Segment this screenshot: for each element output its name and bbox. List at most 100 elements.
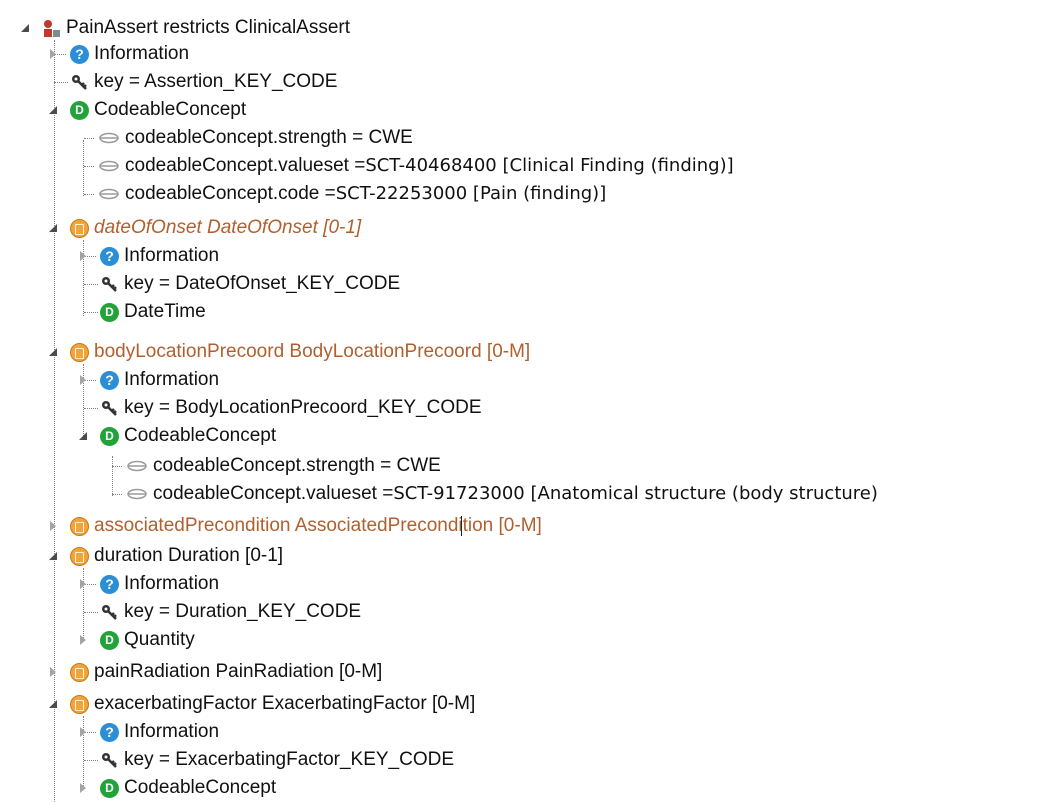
tree-node-key[interactable]: key = BodyLocationPrecoord_KEY_CODE [80, 394, 482, 422]
model-tree-view[interactable]: PainAssert restricts ClinicalAssert ? In… [0, 0, 1055, 802]
collapse-toggle-icon[interactable] [78, 634, 90, 646]
node-label: exacerbatingFactor ExacerbatingFactor [0… [94, 693, 476, 714]
tree-node-information[interactable]: ? Information [80, 718, 219, 746]
tree-node-property[interactable]: codeableConcept.valueset = SCT-91723000 … [110, 480, 878, 508]
node-label: Information [124, 721, 220, 742]
node-label: CodeableConcept [94, 99, 247, 120]
key-icon [100, 275, 119, 294]
text-cursor [461, 516, 462, 536]
property-constraint-icon [126, 457, 148, 476]
tree-guide-line [54, 40, 55, 802]
property-constraint-icon [98, 129, 120, 148]
tree-node-duration[interactable]: duration Duration [0-1] [48, 542, 284, 570]
tree-branch-line [84, 284, 98, 285]
node-label: CodeableConcept [124, 777, 277, 798]
key-icon [100, 399, 119, 418]
tree-branch-line [84, 312, 98, 313]
tree-branch-line [84, 138, 94, 139]
tree-node-dateofonset[interactable]: dateOfOnset DateOfOnset [0-1] [48, 214, 362, 242]
collapse-toggle-icon[interactable] [48, 520, 60, 532]
expand-toggle-icon[interactable] [48, 698, 60, 710]
attribute-icon [70, 516, 89, 536]
tree-branch-line [112, 466, 122, 467]
node-label: associatedPrecondition AssociatedPrecond… [94, 515, 542, 536]
attribute-icon [70, 546, 89, 566]
tree-node-quantity[interactable]: D Quantity [80, 626, 195, 654]
collapse-toggle-icon[interactable] [78, 374, 90, 386]
collapse-toggle-icon[interactable] [78, 726, 90, 738]
tree-node-codeableconcept[interactable]: D CodeableConcept [80, 774, 276, 802]
tree-node-information[interactable]: ? Information [80, 242, 219, 270]
property-constraint-icon [126, 485, 148, 504]
expand-toggle-icon[interactable] [48, 222, 60, 234]
node-label: key = ExacerbatingFactor_KEY_CODE [124, 749, 455, 770]
datatype-icon: D [100, 778, 119, 798]
tree-node-property[interactable]: codeableConcept.strength = CWE [80, 124, 413, 152]
tree-node-property[interactable]: codeableConcept.strength = CWE [110, 452, 441, 480]
node-label: Information [124, 573, 220, 594]
node-label: Information [124, 245, 220, 266]
node-label: key = Duration_KEY_CODE [124, 601, 362, 622]
node-label: DateTime [124, 301, 206, 322]
node-label: key = Assertion_KEY_CODE [94, 71, 338, 92]
collapse-toggle-icon[interactable] [48, 666, 60, 678]
tree-node-key[interactable]: key = ExacerbatingFactor_KEY_CODE [80, 746, 454, 774]
node-value: SCT-91723000 [Anatomical structure (body… [393, 483, 878, 504]
node-label: codeableConcept.valueset = [153, 483, 394, 504]
tree-node-information[interactable]: ? Information [80, 366, 219, 394]
tree-node-information[interactable]: ? Information [80, 570, 219, 598]
class-restriction-icon [42, 19, 61, 38]
attribute-icon [70, 218, 89, 238]
key-icon [70, 73, 89, 92]
info-icon: ? [100, 574, 119, 594]
tree-branch-line [54, 82, 68, 83]
tree-branch-line [84, 612, 98, 613]
key-icon [100, 603, 119, 622]
datatype-icon: D [100, 630, 119, 650]
node-label: PainAssert restricts ClinicalAssert [66, 17, 351, 38]
tree-node-key[interactable]: key = Assertion_KEY_CODE [50, 68, 337, 96]
property-constraint-icon [98, 157, 120, 176]
attribute-icon [70, 342, 89, 362]
tree-node-painradiation[interactable]: painRadiation PainRadiation [0-M] [50, 658, 382, 686]
collapse-toggle-icon[interactable] [48, 48, 60, 60]
key-icon [100, 751, 119, 770]
info-icon: ? [70, 44, 89, 64]
expand-toggle-icon[interactable] [20, 22, 32, 34]
node-label: dateOfOnset DateOfOnset [0-1] [94, 217, 362, 238]
collapse-toggle-icon[interactable] [78, 250, 90, 262]
tree-node-datetime[interactable]: D DateTime [80, 298, 206, 326]
tree-node-exacerbatingfactor[interactable]: exacerbatingFactor ExacerbatingFactor [0… [48, 690, 476, 718]
tree-node-codeableconcept[interactable]: D CodeableConcept [78, 422, 277, 450]
collapse-toggle-icon[interactable] [78, 578, 90, 590]
datatype-icon: D [100, 302, 119, 322]
tree-node-codeableconcept[interactable]: D CodeableConcept [48, 96, 247, 124]
node-label: codeableConcept.strength = CWE [125, 127, 413, 148]
tree-node-root[interactable]: PainAssert restricts ClinicalAssert [20, 14, 350, 42]
expand-toggle-icon[interactable] [78, 430, 90, 442]
tree-branch-line [84, 166, 94, 167]
expand-toggle-icon[interactable] [48, 104, 60, 116]
node-label: key = BodyLocationPrecoord_KEY_CODE [124, 397, 482, 418]
tree-node-property[interactable]: codeableConcept.code = SCT-22253000 [Pai… [80, 180, 606, 208]
node-label: painRadiation PainRadiation [0-M] [94, 661, 383, 682]
tree-node-information[interactable]: ? Information [50, 40, 189, 68]
tree-node-key[interactable]: key = Duration_KEY_CODE [80, 598, 361, 626]
node-label: codeableConcept.code = [125, 183, 336, 204]
tree-branch-line [84, 760, 98, 761]
expand-toggle-icon[interactable] [48, 550, 60, 562]
expand-toggle-icon[interactable] [48, 346, 60, 358]
tree-node-bodylocationprecoord[interactable]: bodyLocationPrecoord BodyLocationPrecoor… [48, 338, 530, 366]
tree-node-associatedprecondition[interactable]: associatedPrecondition AssociatedPrecond… [50, 512, 542, 540]
node-label: codeableConcept.strength = CWE [153, 455, 441, 476]
tree-node-key[interactable]: key = DateOfOnset_KEY_CODE [80, 270, 400, 298]
property-constraint-icon [98, 185, 120, 204]
node-label: duration Duration [0-1] [94, 545, 284, 566]
tree-node-property[interactable]: codeableConcept.valueset = SCT-40468400 … [80, 152, 734, 180]
datatype-icon: D [100, 426, 119, 446]
collapse-toggle-icon[interactable] [78, 782, 90, 794]
tree-branch-line [112, 494, 122, 495]
node-label: CodeableConcept [124, 425, 277, 446]
attribute-icon [70, 694, 89, 714]
datatype-icon: D [70, 100, 89, 120]
